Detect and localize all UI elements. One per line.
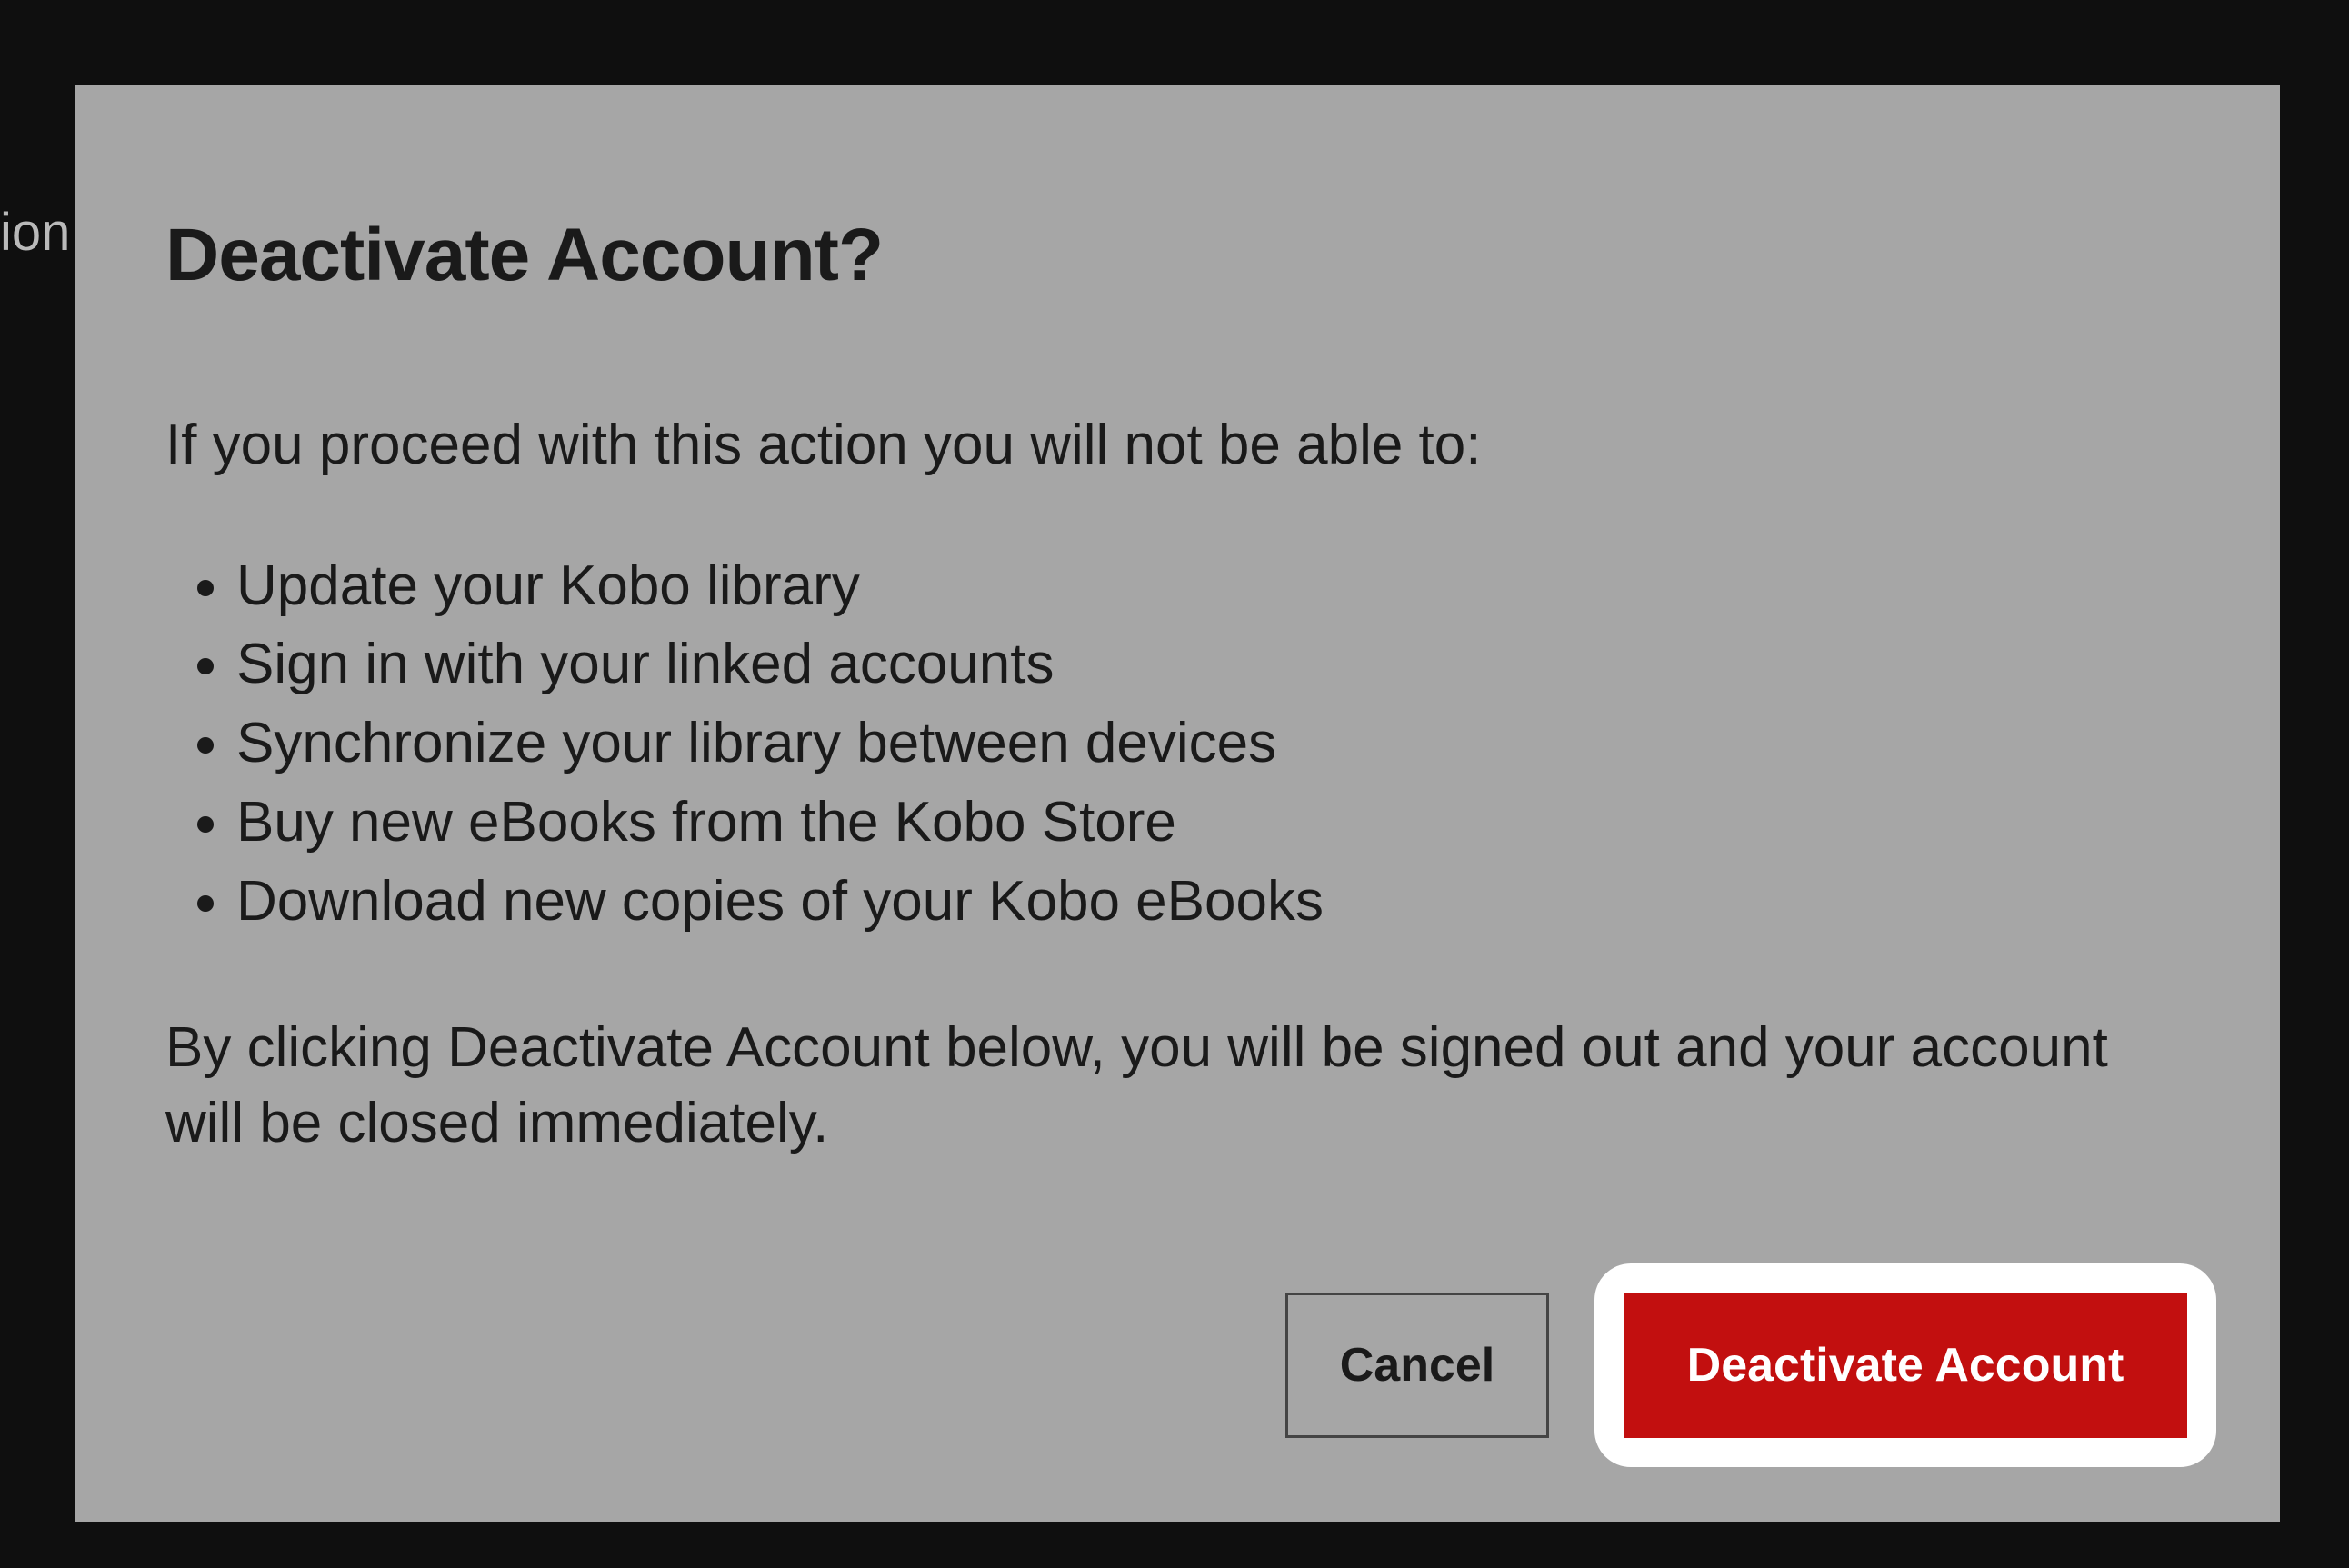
background-text-fragment: ion bbox=[0, 202, 70, 263]
cancel-button[interactable]: Cancel bbox=[1285, 1293, 1549, 1438]
modal-title: Deactivate Account? bbox=[165, 213, 2189, 298]
list-item: Download new copies of your Kobo eBooks bbox=[236, 863, 2189, 942]
list-item: Update your Kobo library bbox=[236, 547, 2189, 626]
primary-button-highlight: Deactivate Account bbox=[1594, 1263, 2216, 1467]
deactivate-account-button[interactable]: Deactivate Account bbox=[1624, 1293, 2187, 1438]
list-item: Sign in with your linked accounts bbox=[236, 625, 2189, 704]
modal-intro-text: If you proceed with this action you will… bbox=[165, 407, 2189, 484]
deactivate-account-modal: Deactivate Account? If you proceed with … bbox=[75, 85, 2280, 1522]
consequences-list: Update your Kobo library Sign in with yo… bbox=[165, 547, 2189, 942]
modal-outro-text: By clicking Deactivate Account below, yo… bbox=[165, 1010, 2189, 1162]
list-item: Synchronize your library between devices bbox=[236, 704, 2189, 784]
modal-button-row: Cancel Deactivate Account bbox=[1285, 1263, 2216, 1467]
list-item: Buy new eBooks from the Kobo Store bbox=[236, 784, 2189, 863]
